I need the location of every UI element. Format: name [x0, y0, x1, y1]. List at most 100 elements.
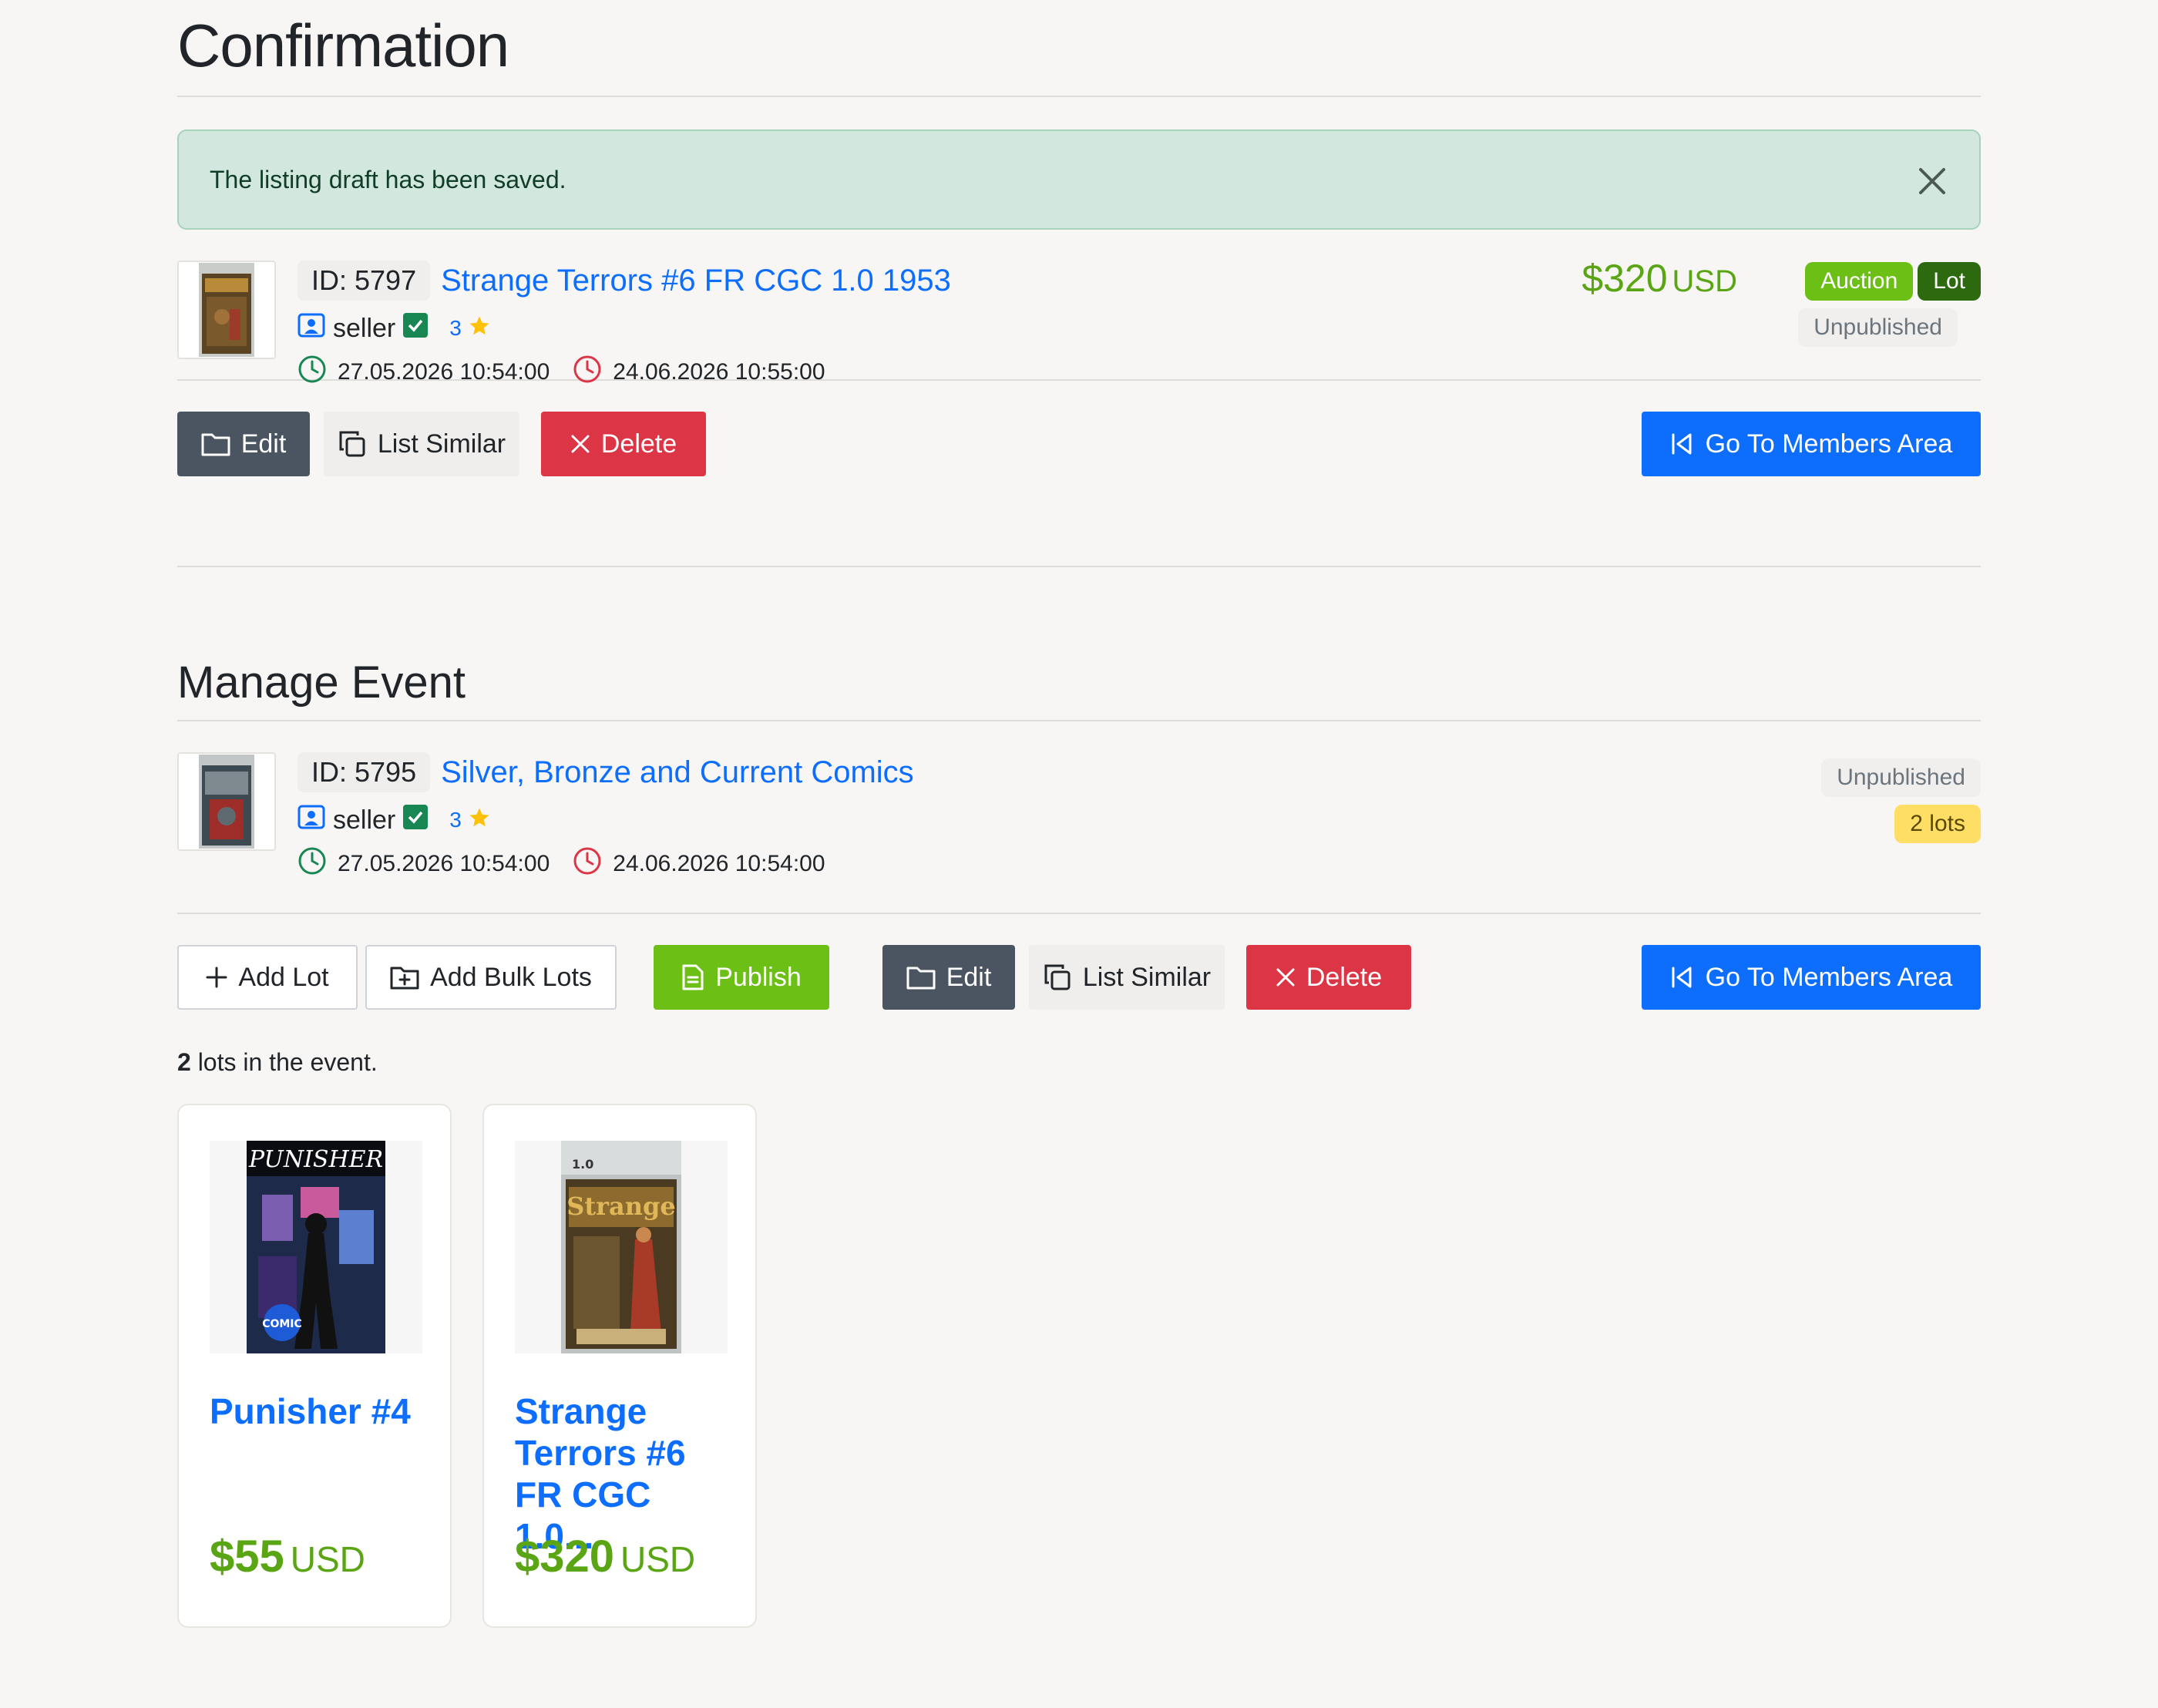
folder-plus-icon [390, 967, 419, 990]
lot-title-link[interactable]: Punisher #4 [210, 1390, 433, 1432]
confirmation-actions: Edit List Similar Delete Go To Members A… [177, 412, 1981, 476]
user-icon [297, 311, 325, 346]
add-lot-label: Add Lot [238, 962, 329, 992]
copy-icon [1044, 964, 1071, 990]
edit-label: Edit [240, 429, 287, 459]
seller-name[interactable]: seller [333, 314, 395, 344]
svg-text:COMIC: COMIC [262, 1318, 302, 1330]
page: Confirmation The listing draft has been … [177, 0, 1981, 1628]
success-alert: The listing draft has been saved. [177, 129, 1981, 230]
add-bulk-lots-button[interactable]: Add Bulk Lots [365, 945, 617, 1010]
seller-rating[interactable]: 3 [449, 314, 491, 343]
delete-label: Delete [1306, 962, 1383, 992]
event-title-link[interactable]: Silver, Bronze and Current Comics [441, 755, 914, 790]
start-date: 27.05.2026 10:54:00 [338, 359, 550, 385]
listing-title-link[interactable]: Strange Terrors #6 FR CGC 1.0 1953 [441, 264, 951, 298]
event-actions: Add Lot Add Bulk Lots Publish Edit List … [177, 945, 1981, 1010]
list-similar-label: List Similar [1082, 962, 1212, 992]
start-date: 27.05.2026 10:54:00 [338, 851, 550, 876]
skip-back-icon [1672, 967, 1692, 988]
end-clock-icon [573, 846, 602, 882]
user-icon [297, 803, 325, 838]
listing-badges: Auction Lot Unpublished [1798, 262, 1981, 347]
folder-icon [201, 433, 230, 456]
price-amount: $320 [1582, 257, 1668, 300]
alert-message: The listing draft has been saved. [210, 165, 566, 193]
svg-text:1.0: 1.0 [572, 1157, 593, 1172]
start-clock-icon [297, 846, 327, 882]
list-similar-button[interactable]: List Similar [324, 412, 519, 476]
folder-icon [906, 967, 936, 990]
delete-button[interactable]: Delete [1246, 945, 1411, 1010]
x-icon [571, 435, 590, 453]
lot-price-amount: $55 [210, 1531, 284, 1582]
edit-button[interactable]: Edit [177, 412, 310, 476]
publish-button[interactable]: Publish [654, 945, 829, 1010]
lot-price-amount: $320 [515, 1531, 615, 1582]
auction-badge: Auction [1805, 262, 1914, 301]
lot-image[interactable]: 1.0 Strange [515, 1141, 728, 1353]
lot-card[interactable]: PUNISHER COMIC Punisher #4 $55 USD [177, 1104, 452, 1628]
status-badge: Unpublished [1798, 308, 1958, 347]
lots-count-number: 2 [177, 1048, 191, 1076]
verified-check-icon [403, 312, 429, 345]
skip-back-icon [1672, 433, 1692, 455]
end-date: 24.06.2026 10:54:00 [613, 851, 825, 876]
lots-count-text: 2 lots in the event. [177, 1047, 1981, 1078]
lot-card[interactable]: 1.0 Strange Strange Terrors #6 FR CGC 1.… [482, 1104, 757, 1628]
delete-label: Delete [600, 429, 677, 459]
plus-icon [206, 967, 227, 988]
rating-value: 3 [449, 316, 462, 340]
list-similar-button[interactable]: List Similar [1029, 945, 1225, 1010]
publish-label: Publish [715, 962, 802, 992]
end-clock-icon [573, 355, 602, 390]
seller-row: seller 3 [297, 305, 951, 351]
event-id: ID: 5795 [297, 752, 431, 792]
rating-value: 3 [449, 808, 462, 832]
lot-badge: Lot [1918, 262, 1981, 301]
lot-price-currency: USD [620, 1539, 696, 1579]
lots-count-badge: 2 lots [1894, 805, 1981, 843]
star-icon [468, 806, 491, 835]
seller-name[interactable]: seller [333, 805, 395, 836]
members-label: Go To Members Area [1705, 429, 1953, 459]
event-badges: Unpublished 2 lots [1821, 758, 1981, 843]
lots-count-suffix: lots in the event. [197, 1048, 378, 1076]
section-title: Manage Event [177, 652, 1981, 721]
dates-row: 27.05.2026 10:54:00 24.06.2026 10:55:00 [297, 351, 951, 393]
lot-cards: PUNISHER COMIC Punisher #4 $55 USD 1.0 S… [177, 1104, 1981, 1628]
x-icon [1276, 968, 1295, 987]
lot-price: $55 USD [210, 1531, 365, 1582]
listing-info: ID: 5797 Strange Terrors #6 FR CGC 1.0 1… [297, 259, 951, 393]
end-date: 24.06.2026 10:55:00 [613, 359, 825, 385]
event-row: ID: 5795 Silver, Bronze and Current Comi… [177, 721, 1981, 914]
price-currency: USD [1672, 264, 1737, 298]
go-to-members-area-button[interactable]: Go To Members Area [1642, 945, 1981, 1010]
start-clock-icon [297, 355, 327, 390]
event-info: ID: 5795 Silver, Bronze and Current Comi… [297, 751, 914, 885]
add-bulk-label: Add Bulk Lots [430, 962, 592, 992]
close-icon[interactable] [1913, 162, 1951, 200]
go-to-members-area-button[interactable]: Go To Members Area [1642, 412, 1981, 476]
seller-row: seller 3 [297, 797, 914, 843]
add-lot-button[interactable]: Add Lot [177, 945, 358, 1010]
edit-label: Edit [946, 962, 992, 992]
status-badge: Unpublished [1821, 758, 1981, 797]
svg-text:PUNISHER: PUNISHER [248, 1146, 383, 1173]
lot-price-currency: USD [290, 1539, 365, 1579]
list-similar-label: List Similar [377, 429, 506, 459]
listing-price: $320 USD [1582, 256, 1737, 301]
star-icon [468, 314, 491, 343]
listing-id: ID: 5797 [297, 261, 431, 301]
listing-row: ID: 5797 Strange Terrors #6 FR CGC 1.0 1… [177, 230, 1981, 385]
edit-button[interactable]: Edit [882, 945, 1015, 1010]
seller-rating[interactable]: 3 [449, 806, 491, 835]
verified-check-icon [403, 804, 429, 836]
page-title: Confirmation [177, 0, 1981, 97]
lot-price: $320 USD [515, 1531, 695, 1582]
event-thumbnail[interactable] [177, 752, 276, 851]
lot-image[interactable]: PUNISHER COMIC [210, 1141, 422, 1353]
delete-button[interactable]: Delete [541, 412, 706, 476]
listing-thumbnail[interactable] [177, 261, 276, 359]
svg-text:Strange: Strange [566, 1192, 675, 1221]
